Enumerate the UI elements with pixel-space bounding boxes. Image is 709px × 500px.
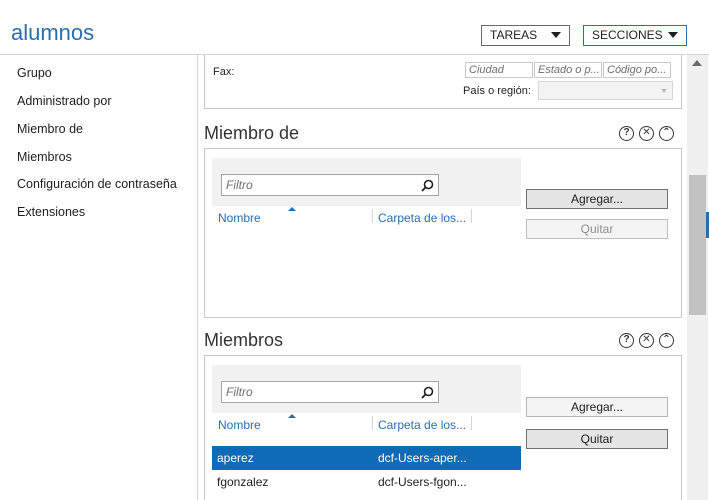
member-of-filter-input[interactable]: Filtro <box>221 174 439 196</box>
city-field[interactable]: Ciudad <box>465 62 533 78</box>
member-name: fgonzalez <box>217 475 269 489</box>
members-filter-input[interactable]: Filtro <box>221 381 439 403</box>
member-folder: dcf-Users-fgon... <box>378 475 467 489</box>
column-separator <box>471 416 472 430</box>
member-of-title: Miembro de <box>204 123 300 143</box>
column-separator <box>372 209 373 223</box>
search-icon <box>421 179 434 192</box>
window: alumnos TAREAS SECCIONES Grupo Administr… <box>0 0 709 500</box>
sections-label: SECCIONES <box>592 28 663 42</box>
sections-dropdown[interactable]: SECCIONES <box>583 25 687 46</box>
chevron-down-icon <box>551 32 561 38</box>
members-remove-button[interactable]: Quitar <box>526 429 668 449</box>
sort-ascending-icon <box>288 414 296 418</box>
member-of-remove-button[interactable]: Quitar <box>526 219 668 239</box>
zip-field[interactable]: Código po... <box>603 62 671 78</box>
sidebar-item-administrado-por[interactable]: Administrado por <box>17 94 112 108</box>
close-icon[interactable]: ✕ <box>639 126 654 141</box>
scrollbar-thumb[interactable] <box>689 175 706 315</box>
column-header-carpeta[interactable]: Carpeta de los... <box>378 418 466 432</box>
sidebar-item-grupo[interactable]: Grupo <box>17 66 52 80</box>
sidebar-item-configuracion-contrasena[interactable]: Configuración de contraseña <box>17 177 177 191</box>
region-select[interactable] <box>538 81 673 100</box>
page-title: alumnos <box>11 20 95 45</box>
column-separator <box>372 416 373 430</box>
tasks-label: TAREAS <box>490 28 538 42</box>
chevron-down-icon <box>668 32 678 38</box>
help-icon[interactable]: ? <box>619 333 634 348</box>
sidebar-item-miembros[interactable]: Miembros <box>17 150 72 164</box>
members-add-button[interactable]: Agregar... <box>526 397 668 417</box>
vertical-scrollbar[interactable] <box>687 55 708 500</box>
sidebar-divider <box>197 55 198 500</box>
close-icon[interactable]: ✕ <box>639 333 654 348</box>
members-title: Miembros <box>204 330 284 350</box>
help-icon[interactable]: ? <box>619 126 634 141</box>
member-name: aperez <box>217 451 254 465</box>
column-header-nombre[interactable]: Nombre <box>218 418 261 432</box>
chevron-down-icon <box>661 89 667 93</box>
column-separator <box>471 209 472 223</box>
sidebar-item-miembro-de[interactable]: Miembro de <box>17 122 83 136</box>
state-field[interactable]: Estado o p... <box>534 62 602 78</box>
column-header-carpeta[interactable]: Carpeta de los... <box>378 211 466 225</box>
sort-ascending-icon <box>288 207 296 211</box>
table-row[interactable]: fgonzalez dcf-Users-fgon... <box>212 470 521 494</box>
collapse-icon[interactable]: ⌃ <box>659 333 674 348</box>
fax-label: Fax: <box>213 66 235 78</box>
sidebar-item-extensiones[interactable]: Extensiones <box>17 205 85 219</box>
column-header-nombre[interactable]: Nombre <box>218 211 261 225</box>
filter-placeholder: Filtro <box>226 178 253 192</box>
region-label: País o región: <box>463 85 531 97</box>
member-of-add-button[interactable]: Agregar... <box>526 189 668 209</box>
member-folder: dcf-Users-aper... <box>378 451 467 465</box>
tasks-dropdown[interactable]: TAREAS <box>481 25 570 46</box>
table-row[interactable]: aperez dcf-Users-aper... <box>212 446 521 470</box>
search-icon <box>421 386 434 399</box>
filter-placeholder: Filtro <box>226 385 253 399</box>
scroll-up-arrow-icon[interactable] <box>692 60 702 66</box>
collapse-icon[interactable]: ⌃ <box>659 126 674 141</box>
